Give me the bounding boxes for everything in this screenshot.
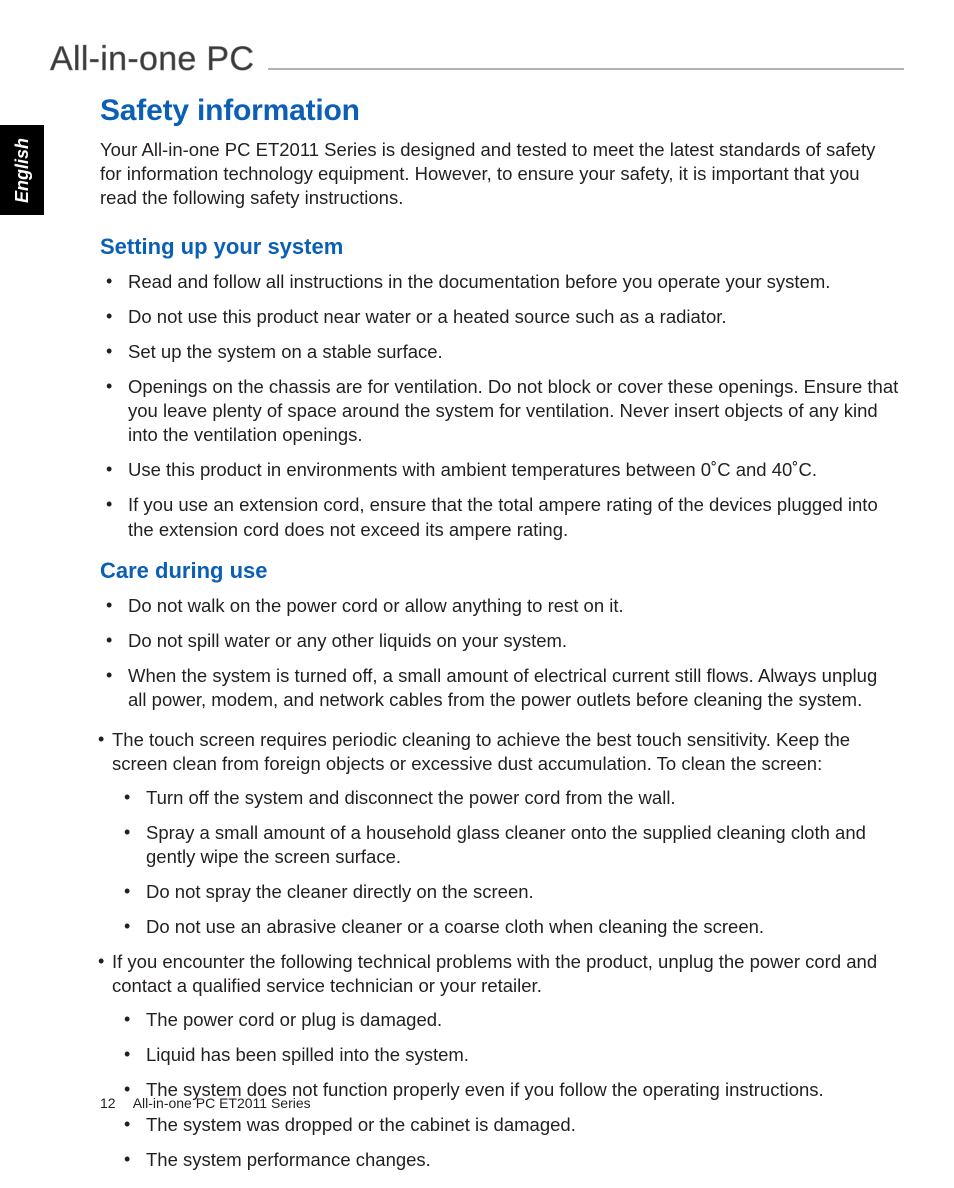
list-item: Spray a small amount of a household glas… <box>146 821 899 869</box>
list-item: If you encounter the following technical… <box>112 950 899 1172</box>
list-item: The system was dropped or the cabinet is… <box>146 1113 899 1137</box>
list-item: Do not spray the cleaner directly on the… <box>146 880 899 904</box>
list-item-text: If you encounter the following technical… <box>112 951 877 996</box>
intro-paragraph: Your All-in-one PC ET2011 Series is desi… <box>100 138 899 210</box>
list-item: Openings on the chassis are for ventilat… <box>128 375 899 447</box>
book-title: All-in-one PC ET2011 Series <box>133 1095 311 1111</box>
manual-page: All-in-one PC English Safety information… <box>0 0 954 1155</box>
content-body: Safety information Your All-in-one PC ET… <box>100 94 899 1188</box>
list-item: Liquid has been spilled into the system. <box>146 1043 899 1067</box>
section-heading-care: Care during use <box>100 558 899 584</box>
list-item: Set up the system on a stable surface. <box>128 340 899 364</box>
list-item-text: The touch screen requires periodic clean… <box>112 729 850 774</box>
language-tab-text: English <box>12 137 33 202</box>
care-list-1: Do not walk on the power cord or allow a… <box>100 594 899 712</box>
technical-problems-sublist: The power cord or plug is damaged. Liqui… <box>112 1008 899 1172</box>
list-item: The touch screen requires periodic clean… <box>112 728 899 939</box>
list-item: The system performance changes. <box>146 1148 899 1172</box>
list-item: Do not walk on the power cord or allow a… <box>128 594 899 618</box>
list-item: The power cord or plug is damaged. <box>146 1008 899 1032</box>
list-item: If you use an extension cord, ensure tha… <box>128 493 899 541</box>
list-item: When the system is turned off, a small a… <box>128 664 899 712</box>
section-heading-setup: Setting up your system <box>100 234 899 260</box>
header-product-label: All-in-one PC <box>50 40 268 79</box>
setup-list: Read and follow all instructions in the … <box>100 270 899 541</box>
list-item: Do not use this product near water or a … <box>128 305 899 329</box>
page-footer: 12 All-in-one PC ET2011 Series <box>100 1095 311 1111</box>
language-tab: English <box>0 125 44 215</box>
list-item: Read and follow all instructions in the … <box>128 270 899 294</box>
clean-screen-sublist: Turn off the system and disconnect the p… <box>112 786 899 939</box>
list-item: Turn off the system and disconnect the p… <box>146 786 899 810</box>
list-item: Do not use an abrasive cleaner or a coar… <box>146 915 899 939</box>
list-item: Do not spill water or any other liquids … <box>128 629 899 653</box>
list-item: Use this product in environments with am… <box>128 458 899 482</box>
page-number: 12 <box>100 1095 116 1111</box>
page-title: Safety information <box>100 94 899 128</box>
